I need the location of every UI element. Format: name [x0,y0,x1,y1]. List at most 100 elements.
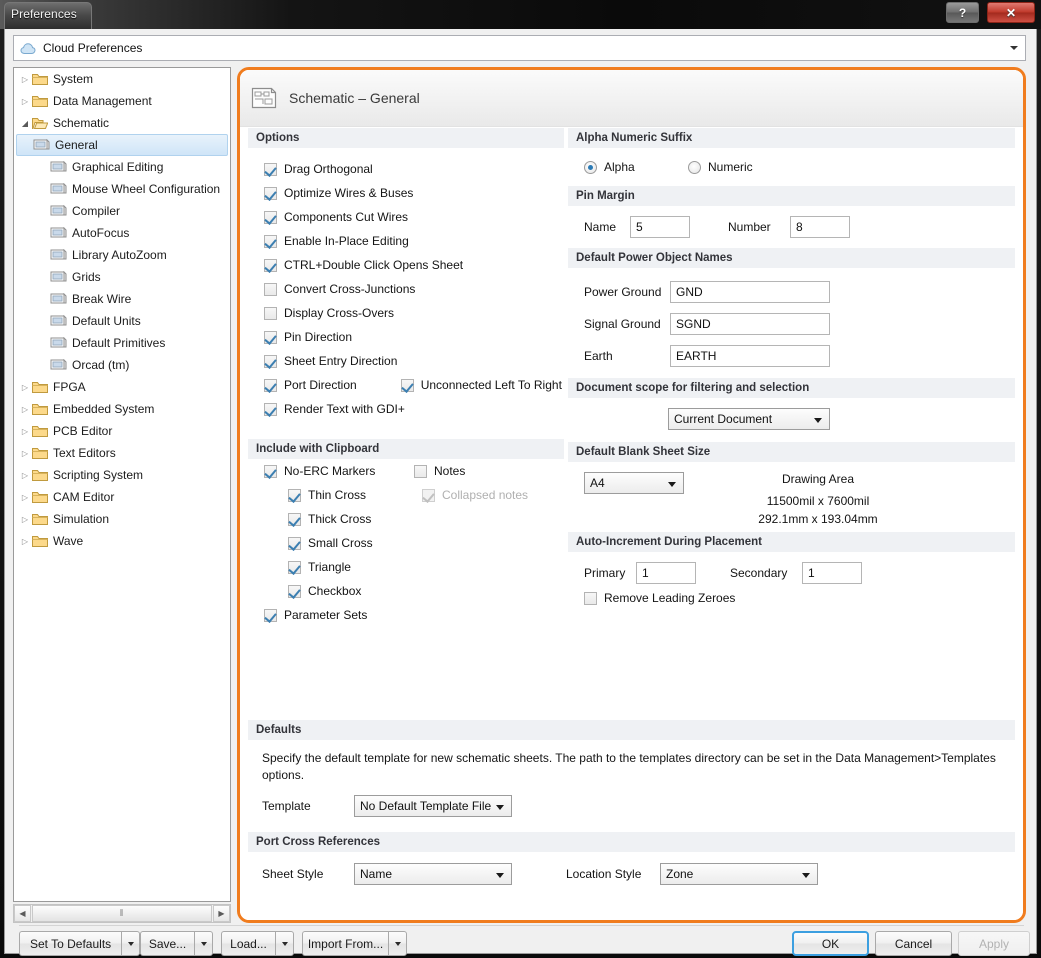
template-dropdown[interactable]: No Default Template File [354,795,512,817]
secondary-input[interactable]: 1 [802,562,862,584]
tree-item-library-autozoom[interactable]: Library AutoZoom [14,244,230,266]
load-dropdown[interactable] [275,931,294,956]
tree-item-data-management[interactable]: ▷ Data Management [14,90,230,112]
checkbox[interactable] [264,378,277,392]
tree-horizontal-scrollbar[interactable]: ◀ ⦀ ▶ [13,904,231,923]
clipboard-option-row[interactable]: Triangle [248,555,408,579]
tree-item-graphical-editing[interactable]: Graphical Editing [14,156,230,178]
alpha-radio[interactable] [584,160,597,174]
checkbox[interactable] [288,584,301,598]
checkbox[interactable] [264,210,277,224]
option-row[interactable]: Components Cut Wires [248,205,564,229]
checkbox[interactable] [264,186,277,200]
option-row[interactable]: Drag Orthogonal [248,157,564,181]
tree-item-fpga[interactable]: ▷ FPGA [14,376,230,398]
checkbox[interactable] [288,560,301,574]
preferences-tree[interactable]: ▷ System ▷ Data Management ◢ Schematic General… [13,67,231,902]
collapse-arrow-icon[interactable]: ◢ [18,119,32,128]
expand-arrow-icon[interactable]: ▷ [18,405,32,414]
document-scope-dropdown[interactable]: Current Document [668,408,830,430]
set-to-defaults-button[interactable]: Set To Defaults [19,931,141,956]
tree-item-autofocus[interactable]: AutoFocus [14,222,230,244]
scroll-left-button[interactable]: ◀ [14,905,31,922]
import-from-button[interactable]: Import From... [302,931,407,956]
tree-item-mouse-wheel-configuration[interactable]: Mouse Wheel Configuration [14,178,230,200]
checkbox[interactable] [264,354,277,368]
checkbox[interactable] [400,378,414,392]
checkbox[interactable] [264,234,277,248]
scrollbar-thumb[interactable]: ⦀ [32,905,212,922]
option-row[interactable]: Render Text with GDI+ [248,397,564,421]
tree-item-schematic[interactable]: ◢ Schematic [14,112,230,134]
remove-leading-zeroes-checkbox[interactable] [584,591,597,605]
checkbox[interactable] [288,512,301,526]
tree-item-general[interactable]: General [16,134,228,156]
save-button[interactable]: Save... [140,931,213,956]
chevron-down-icon[interactable] [1010,46,1018,50]
load-button[interactable]: Load... [221,931,294,956]
notes-row[interactable]: Notes [398,459,568,483]
primary-input[interactable]: 1 [636,562,696,584]
tree-item-orcad-tm[interactable]: Orcad (tm) [14,354,230,376]
checkbox[interactable] [264,464,277,478]
expand-arrow-icon[interactable]: ▷ [18,471,32,480]
tree-item-simulation[interactable]: ▷ Simulation [14,508,230,530]
cancel-button[interactable]: Cancel [875,931,952,956]
tree-item-compiler[interactable]: Compiler [14,200,230,222]
tree-item-default-units[interactable]: Default Units [14,310,230,332]
tree-item-pcb-editor[interactable]: ▷ PCB Editor [14,420,230,442]
checkbox[interactable] [264,282,277,296]
tree-item-grids[interactable]: Grids [14,266,230,288]
clipboard-option-row[interactable]: Parameter Sets [248,603,408,627]
clipboard-option-row[interactable]: Thin Cross [248,483,408,507]
checkbox[interactable] [264,306,277,320]
power-object-input[interactable]: EARTH [670,345,830,367]
tree-item-break-wire[interactable]: Break Wire [14,288,230,310]
tree-item-system[interactable]: ▷ System [14,68,230,90]
checkbox[interactable] [264,402,277,416]
option-row[interactable]: Convert Cross-Junctions [248,277,564,301]
clipboard-option-row[interactable]: Thick Cross [248,507,408,531]
option-row[interactable]: Port Direction Unconnected Left To Right [248,373,564,397]
clipboard-option-row[interactable]: No-ERC Markers [248,459,408,483]
expand-arrow-icon[interactable]: ▷ [18,515,32,524]
set-to-defaults-dropdown[interactable] [121,931,141,956]
tree-item-cam-editor[interactable]: ▷ CAM Editor [14,486,230,508]
radio-alpha[interactable]: Alpha [568,156,688,178]
tree-item-wave[interactable]: ▷ Wave [14,530,230,552]
help-button[interactable]: ? [946,2,979,23]
cloud-preferences-dropdown[interactable]: Cloud Preferences [13,35,1026,61]
checkbox[interactable] [288,488,301,502]
notes-checkbox[interactable] [414,464,427,478]
checkbox[interactable] [288,536,301,550]
expand-arrow-icon[interactable]: ▷ [18,427,32,436]
power-object-input[interactable]: SGND [670,313,830,335]
clipboard-option-row[interactable]: Small Cross [248,531,408,555]
power-object-input[interactable]: GND [670,281,830,303]
numeric-radio[interactable] [688,160,701,174]
scroll-right-button[interactable]: ▶ [213,905,230,922]
radio-numeric[interactable]: Numeric [688,156,753,178]
tree-item-default-primitives[interactable]: Default Primitives [14,332,230,354]
expand-arrow-icon[interactable]: ▷ [18,75,32,84]
expand-arrow-icon[interactable]: ▷ [18,97,32,106]
location-style-dropdown[interactable]: Zone [660,863,818,885]
checkbox[interactable] [264,330,277,344]
tree-item-text-editors[interactable]: ▷ Text Editors [14,442,230,464]
remove-leading-zeroes-row[interactable]: Remove Leading Zeroes [568,586,1015,610]
sheet-style-dropdown[interactable]: Name [354,863,512,885]
save-dropdown[interactable] [194,931,213,956]
import-from-dropdown[interactable] [388,931,407,956]
checkbox[interactable] [264,162,277,176]
checkbox[interactable] [264,608,277,622]
expand-arrow-icon[interactable]: ▷ [18,383,32,392]
option-row[interactable]: Sheet Entry Direction [248,349,564,373]
pin-number-input[interactable]: 8 [790,216,850,238]
sheet-size-dropdown[interactable]: A4 [584,472,684,494]
option-row[interactable]: Enable In-Place Editing [248,229,564,253]
option-row[interactable]: Optimize Wires & Buses [248,181,564,205]
clipboard-option-row[interactable]: Checkbox [248,579,408,603]
tree-item-embedded-system[interactable]: ▷ Embedded System [14,398,230,420]
expand-arrow-icon[interactable]: ▷ [18,537,32,546]
pin-name-input[interactable]: 5 [630,216,690,238]
